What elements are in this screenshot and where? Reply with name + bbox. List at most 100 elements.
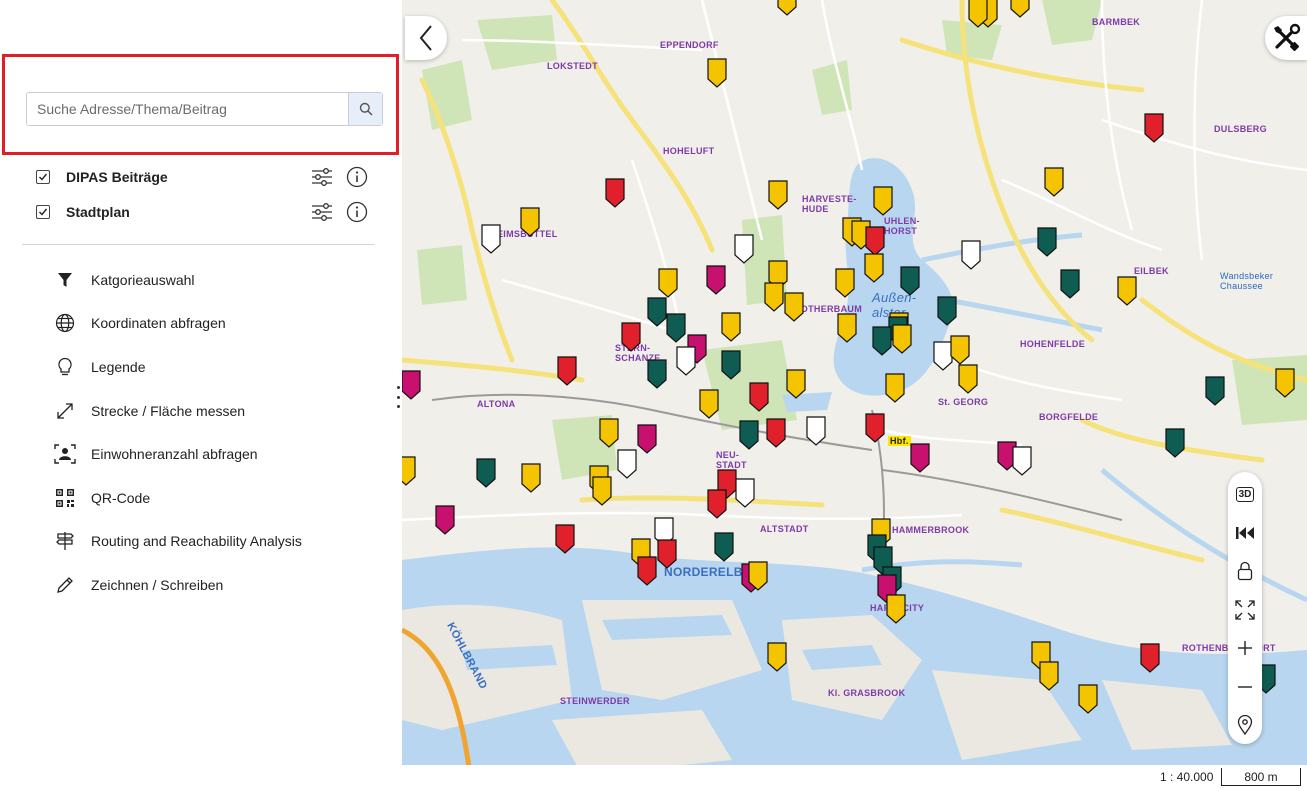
dipas-marker[interactable] xyxy=(1140,643,1160,673)
dipas-marker[interactable] xyxy=(647,297,667,327)
dipas-marker[interactable] xyxy=(1044,167,1064,197)
dipas-marker[interactable] xyxy=(892,324,912,354)
dipas-marker[interactable] xyxy=(835,268,855,298)
lock-button[interactable] xyxy=(1228,556,1262,586)
dipas-marker[interactable] xyxy=(1078,684,1098,714)
layer-checkbox-dipas[interactable] xyxy=(36,170,50,184)
dipas-marker[interactable] xyxy=(721,350,741,380)
dipas-marker[interactable] xyxy=(950,335,970,365)
menu-item-legend[interactable]: Legende xyxy=(52,345,392,389)
dipas-marker[interactable] xyxy=(1165,428,1185,458)
dipas-marker[interactable] xyxy=(865,226,885,256)
dipas-marker[interactable] xyxy=(784,292,804,322)
fullscreen-button[interactable] xyxy=(1228,595,1262,625)
locate-button[interactable] xyxy=(1228,710,1262,740)
dipas-marker[interactable] xyxy=(1012,446,1032,476)
menu-item-measure[interactable]: Strecke / Fläche messen xyxy=(52,389,392,433)
dipas-marker[interactable] xyxy=(707,489,727,519)
dipas-marker[interactable] xyxy=(714,532,734,562)
dipas-marker[interactable] xyxy=(1144,113,1164,143)
menu-item-coordinates[interactable]: Koordinaten abfragen xyxy=(52,302,392,346)
menu-item-routing[interactable]: Routing and Reachability Analysis xyxy=(52,520,392,564)
map-view[interactable]: LOKSTEDT EPPENDORF BARMBEK DULSBERG HOHE… xyxy=(402,0,1307,791)
dipas-marker[interactable] xyxy=(767,642,787,672)
dipas-marker[interactable] xyxy=(1010,0,1030,18)
dipas-marker[interactable] xyxy=(1275,368,1295,398)
dipas-marker[interactable] xyxy=(768,180,788,210)
dipas-marker[interactable] xyxy=(873,186,893,216)
menu-item-draw[interactable]: Zeichnen / Schreiben xyxy=(52,563,392,607)
dipas-marker[interactable] xyxy=(837,313,857,343)
search-input[interactable] xyxy=(27,93,348,125)
dipas-marker[interactable] xyxy=(885,373,905,403)
dipas-marker[interactable] xyxy=(1039,661,1059,691)
dipas-marker[interactable] xyxy=(766,418,786,448)
dipas-marker[interactable] xyxy=(777,0,797,16)
dipas-marker[interactable] xyxy=(402,456,416,486)
menu-item-category[interactable]: Katgorieauswahl xyxy=(52,258,392,302)
dipas-marker[interactable] xyxy=(958,364,978,394)
dipas-marker[interactable] xyxy=(739,420,759,450)
layer-info-button[interactable] xyxy=(345,165,369,189)
dipas-marker[interactable] xyxy=(886,594,906,624)
dipas-marker[interactable] xyxy=(937,296,957,326)
dipas-marker[interactable] xyxy=(637,556,657,586)
dipas-marker[interactable] xyxy=(647,359,667,389)
dipas-marker[interactable] xyxy=(605,178,625,208)
dipas-marker[interactable] xyxy=(872,326,892,356)
dipas-marker[interactable] xyxy=(481,224,501,254)
dipas-marker[interactable] xyxy=(617,449,637,479)
menu-item-population[interactable]: Einwohneranzahl abfragen xyxy=(52,432,392,476)
dipas-marker[interactable] xyxy=(555,524,575,554)
layer-checkbox-stadtplan[interactable] xyxy=(36,205,50,219)
dipas-marker[interactable] xyxy=(721,312,741,342)
layer-info-button[interactable] xyxy=(345,200,369,224)
dipas-marker[interactable] xyxy=(435,505,455,535)
tools-button[interactable] xyxy=(1265,16,1307,60)
dipas-marker[interactable] xyxy=(592,476,612,506)
dipas-marker[interactable] xyxy=(1117,276,1137,306)
dipas-marker[interactable] xyxy=(402,370,421,400)
dipas-marker[interactable] xyxy=(933,341,953,371)
dipas-marker[interactable] xyxy=(707,58,727,88)
dipas-marker[interactable] xyxy=(734,234,754,264)
dipas-marker[interactable] xyxy=(1037,227,1057,257)
menu-item-qrcode[interactable]: QR-Code xyxy=(52,476,392,520)
dipas-marker[interactable] xyxy=(864,253,884,283)
dipas-marker[interactable] xyxy=(637,424,657,454)
dipas-marker[interactable] xyxy=(961,240,981,270)
layer-settings-button[interactable] xyxy=(310,165,334,189)
dipas-marker[interactable] xyxy=(666,313,686,343)
dipas-marker[interactable] xyxy=(1060,269,1080,299)
dipas-marker[interactable] xyxy=(735,478,755,508)
dipas-marker[interactable] xyxy=(806,416,826,446)
collapse-sidebar-button[interactable] xyxy=(405,16,447,60)
dipas-marker[interactable] xyxy=(764,282,784,312)
dipas-marker[interactable] xyxy=(910,443,930,473)
dipas-marker[interactable] xyxy=(621,322,641,352)
dipas-marker[interactable] xyxy=(658,268,678,298)
dipas-marker[interactable] xyxy=(476,458,496,488)
3d-button[interactable]: 3D xyxy=(1228,479,1262,509)
dipas-marker[interactable] xyxy=(865,413,885,443)
zoom-out-button[interactable] xyxy=(1228,672,1262,702)
dipas-marker[interactable] xyxy=(786,369,806,399)
dipas-marker[interactable] xyxy=(676,346,696,376)
layer-settings-button[interactable] xyxy=(310,200,334,224)
signpost-icon xyxy=(56,532,74,551)
dipas-marker[interactable] xyxy=(1205,376,1225,406)
dipas-marker[interactable] xyxy=(699,389,719,419)
3d-label: 3D xyxy=(1235,486,1255,502)
dipas-marker[interactable] xyxy=(599,418,619,448)
dipas-marker[interactable] xyxy=(657,539,677,569)
rewind-button[interactable] xyxy=(1228,518,1262,548)
dipas-marker[interactable] xyxy=(900,266,920,296)
zoom-in-button[interactable] xyxy=(1228,633,1262,663)
dipas-marker[interactable] xyxy=(749,382,769,412)
dipas-marker[interactable] xyxy=(557,356,577,386)
search-button[interactable] xyxy=(348,93,382,125)
sidebar-resize-handle[interactable] xyxy=(395,386,401,408)
dipas-marker[interactable] xyxy=(706,265,726,295)
dipas-marker[interactable] xyxy=(521,463,541,493)
dipas-marker[interactable] xyxy=(520,207,540,237)
